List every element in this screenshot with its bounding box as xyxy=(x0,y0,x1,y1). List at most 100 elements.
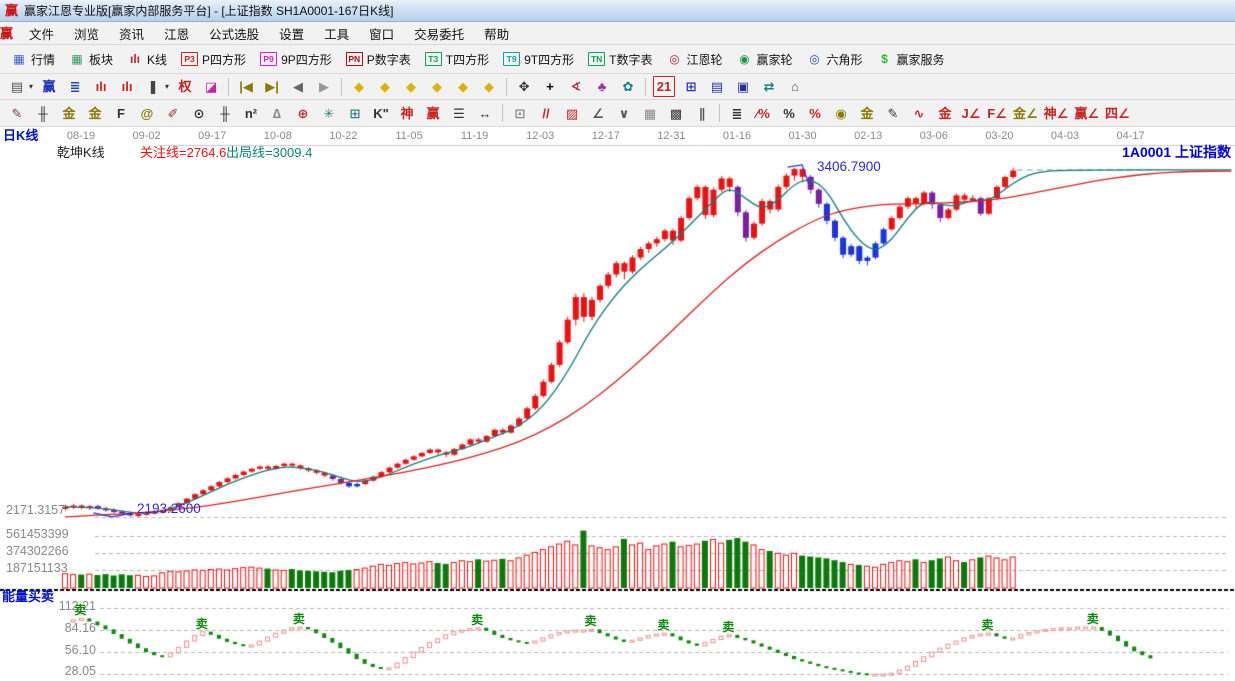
gann-target-icon[interactable]: ⊕ xyxy=(290,102,316,125)
kline-button[interactable]: ılıK线 xyxy=(120,49,174,70)
menu-item-2[interactable]: 资讯 xyxy=(109,22,154,45)
save-icon[interactable]: ▣ xyxy=(730,75,756,98)
tick-ruler-icon[interactable]: ╫ xyxy=(30,102,56,125)
quotes-button[interactable]: ▦行情 xyxy=(4,49,62,70)
p-square-button[interactable]: P3P四方形 xyxy=(174,49,253,70)
calendar-icon[interactable]: 21 xyxy=(650,74,678,99)
j-angle-icon[interactable]: J∠ xyxy=(958,102,984,125)
t-square-button[interactable]: T3T四方形 xyxy=(418,49,496,70)
low-price-annotation: 2193.2600 xyxy=(137,502,201,517)
calculator-icon[interactable]: ⊞ xyxy=(678,75,704,98)
win-tool-icon[interactable]: 赢 xyxy=(420,102,446,125)
p9-square-button[interactable]: P99P四方形 xyxy=(253,49,339,70)
menu-item-8[interactable]: 交易委托 xyxy=(404,22,474,45)
diamond-compress-icon[interactable]: ◆ xyxy=(424,75,450,98)
parallel-lines-icon[interactable]: ∥ xyxy=(689,102,715,125)
star-web-icon[interactable]: ✳ xyxy=(316,102,342,125)
ruler123-icon[interactable]: ☰ xyxy=(446,102,472,125)
diamond-left-icon[interactable]: ◆ xyxy=(346,75,372,98)
angle-dots-icon[interactable]: ∠ xyxy=(585,102,611,125)
sell-signal-marker: 卖 xyxy=(196,615,208,632)
k-mark-icon[interactable]: K" xyxy=(368,102,394,125)
menu-item-3[interactable]: 江恩 xyxy=(154,22,199,45)
next-bar-icon[interactable]: ▶ xyxy=(311,75,337,98)
prev-bar-icon[interactable]: ◀ xyxy=(285,75,311,98)
v-wave-icon[interactable]: ∨ xyxy=(611,102,637,125)
bar-list-icon[interactable]: ≣ xyxy=(724,102,750,125)
n-squared-icon[interactable]: n² xyxy=(238,102,264,125)
sectors-button[interactable]: ▦板块 xyxy=(62,49,120,70)
percent-line-icon[interactable]: ∕% xyxy=(750,102,776,125)
win-angle-icon[interactable]: 赢∠ xyxy=(1071,102,1102,125)
angle-measure-icon[interactable]: ∢ xyxy=(563,75,589,98)
restore-rights-icon[interactable]: 权 xyxy=(172,75,198,98)
winner-wheel-button[interactable]: ◉赢家轮 xyxy=(729,49,799,70)
f-ruler-icon[interactable]: F xyxy=(108,102,134,125)
menu-logo-icon: 赢 xyxy=(0,27,13,40)
pen-tool-icon[interactable]: ✎ xyxy=(4,102,30,125)
percent-under-icon[interactable]: % xyxy=(802,102,828,125)
fan-box-icon[interactable]: ▨ xyxy=(559,102,585,125)
bars9-icon[interactable]: ılı xyxy=(114,75,140,98)
fan-lines-icon[interactable]: // xyxy=(533,102,559,125)
si-angle-icon[interactable]: 四∠ xyxy=(1102,102,1133,125)
gold-red-icon[interactable]: 金 xyxy=(932,102,958,125)
menu-item-6[interactable]: 工具 xyxy=(314,22,359,45)
wave-channel-icon[interactable]: ∿ xyxy=(906,102,932,125)
gann-tree-icon[interactable]: ♣ xyxy=(589,75,615,98)
chart-style-dropdown[interactable]: ▤▾ xyxy=(4,75,36,98)
drag-hand-icon[interactable]: ✥ xyxy=(511,75,537,98)
menu-item-0[interactable]: 文件 xyxy=(19,22,64,45)
mind-map-icon[interactable]: ✿ xyxy=(615,75,641,98)
gold-angle-icon[interactable]: 金∠ xyxy=(1010,102,1041,125)
candle-width-dropdown[interactable]: ❚▾ xyxy=(140,75,172,98)
menu-item-4[interactable]: 公式选股 xyxy=(199,22,269,45)
notebook-icon[interactable]: ▤ xyxy=(704,75,730,98)
t9-square-button[interactable]: T99T四方形 xyxy=(496,49,581,70)
f-angle-icon[interactable]: F∠ xyxy=(984,102,1010,125)
p-number-button[interactable]: PNP数字表 xyxy=(339,49,418,70)
gann-wheel-button[interactable]: ◎江恩轮 xyxy=(659,49,729,70)
grid-fill-icon[interactable]: ▦ xyxy=(637,102,663,125)
percent-icon[interactable]: % xyxy=(776,102,802,125)
grid-box-icon[interactable]: ▩ xyxy=(663,102,689,125)
gold-gate2-icon[interactable]: 金 xyxy=(82,102,108,125)
diamond-expand-icon[interactable]: ◆ xyxy=(398,75,424,98)
menu-item-9[interactable]: 帮助 xyxy=(474,22,519,45)
spiral-icon[interactable]: @ xyxy=(134,102,160,125)
kline-chart-canvas[interactable] xyxy=(0,127,1235,681)
span-arrows-icon[interactable]: ↔ xyxy=(472,102,498,125)
gold-lines-icon[interactable]: 金 xyxy=(854,102,880,125)
gold-circle-icon[interactable]: ◉ xyxy=(828,102,854,125)
mirror-angle-icon[interactable]: ∆ xyxy=(264,102,290,125)
square-web-icon[interactable]: ⊞ xyxy=(342,102,368,125)
diamond-right-icon[interactable]: ◆ xyxy=(372,75,398,98)
info-list-icon[interactable]: ≣ xyxy=(62,75,88,98)
diamond-grid-icon[interactable]: ◆ xyxy=(476,75,502,98)
bars3-icon[interactable]: ılı xyxy=(88,75,114,98)
winner-service-button[interactable]: $赢家服务 xyxy=(870,49,952,70)
ink-brush-icon[interactable]: ✎ xyxy=(880,102,906,125)
menu-item-1[interactable]: 浏览 xyxy=(64,22,109,45)
tick-ruler2-icon[interactable]: ╫ xyxy=(212,102,238,125)
first-bar-icon[interactable]: |◀ xyxy=(233,75,259,98)
color-volume-icon[interactable]: ◪ xyxy=(198,75,224,98)
crosshair-icon[interactable]: + xyxy=(537,75,563,98)
pen-angle-icon[interactable]: ✐ xyxy=(160,102,186,125)
sync-icon[interactable]: ⇄ xyxy=(756,75,782,98)
first-bar-icon: |◀ xyxy=(236,77,256,96)
winner-mark-icon[interactable]: 赢 xyxy=(36,75,62,98)
menu-item-7[interactable]: 窗口 xyxy=(359,22,404,45)
gold-gate1-icon[interactable]: 金 xyxy=(56,102,82,125)
bars9-icon: ılı xyxy=(117,77,137,96)
t-number-button[interactable]: TNT数字表 xyxy=(581,49,659,70)
diamond-cross-icon[interactable]: ◆ xyxy=(450,75,476,98)
time-cycle-icon[interactable]: ⊙ xyxy=(186,102,212,125)
hexagon-button[interactable]: ◎六角形 xyxy=(800,49,870,70)
terminal-icon[interactable]: ⌂ xyxy=(782,75,808,98)
shen-tool-icon[interactable]: 神 xyxy=(394,102,420,125)
shen-angle-icon[interactable]: 神∠ xyxy=(1041,102,1072,125)
box-select-icon[interactable]: ⊡ xyxy=(507,102,533,125)
last-bar-icon[interactable]: ▶| xyxy=(259,75,285,98)
menu-item-5[interactable]: 设置 xyxy=(269,22,314,45)
